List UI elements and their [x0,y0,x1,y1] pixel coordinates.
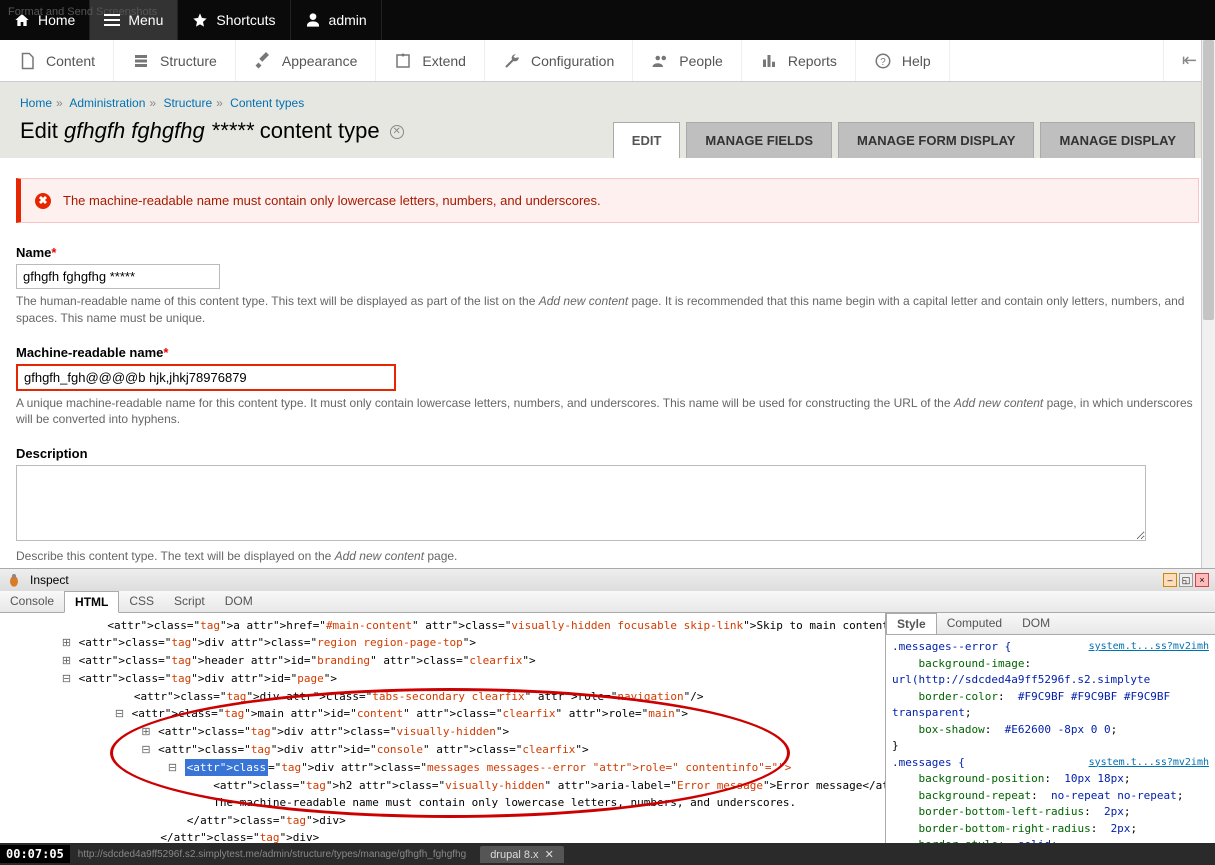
os-taskbar: 00:07:05 http://sdcded4a9ff5296f.s2.simp… [0,843,1215,865]
description-help: Describe this content type. The text wil… [16,548,1199,565]
toolbar-user-label: admin [329,12,367,28]
error-icon: ✖ [35,193,51,209]
firebug-close-icon[interactable]: × [1195,573,1209,587]
toolbar-shortcuts-label: Shortcuts [216,12,275,28]
firebug-minimize-icon[interactable]: – [1163,573,1177,587]
machine-help: A unique machine-readable name for this … [16,395,1199,429]
reports-icon [760,52,778,70]
firebug-title: Inspect [30,573,69,587]
breadcrumb-structure[interactable]: Structure [163,96,212,110]
svg-text:?: ? [880,56,886,67]
page-scrollbar[interactable] [1201,40,1215,568]
file-icon [18,52,36,70]
breadcrumb-admin[interactable]: Administration [69,96,145,110]
structure-icon [132,52,150,70]
star-icon [192,12,208,28]
admin-structure[interactable]: Structure [114,40,236,81]
breadcrumb-home[interactable]: Home [20,96,52,110]
machine-label: Machine-readable name* [16,345,1199,360]
admin-menu: Content Structure Appearance Extend Conf… [0,40,1215,82]
puzzle-icon [394,52,412,70]
admin-people[interactable]: People [633,40,742,81]
people-icon [651,52,669,70]
error-message-box: ✖ The machine-readable name must contain… [16,178,1199,223]
wrench-icon [503,52,521,70]
admin-content[interactable]: Content [0,40,114,81]
drupal-toolbar: Format and Send Screenshots Home Menu Sh… [0,0,1215,40]
firebug-popout-icon[interactable]: ◱ [1179,573,1193,587]
collapse-icon: ⇤ [1182,50,1197,71]
firebug-html-tree[interactable]: <attr">class="tag">a attr">href="#main-c… [0,613,885,865]
admin-reports[interactable]: Reports [742,40,856,81]
machine-name-input[interactable] [16,364,396,391]
name-help: The human-readable name of this content … [16,293,1199,327]
tab-edit[interactable]: EDIT [613,122,681,158]
fb-tab-console[interactable]: Console [0,591,64,612]
breadcrumb-content-types[interactable]: Content types [230,96,304,110]
breadcrumb: Home» Administration» Structure» Content… [20,96,1195,110]
brush-icon [254,52,272,70]
admin-extend[interactable]: Extend [376,40,485,81]
taskbar-task[interactable]: drupal 8.x ✕ [480,846,564,863]
page-header: Home» Administration» Structure» Content… [0,82,1215,158]
fb-tab-script[interactable]: Script [164,591,215,612]
form-item-machine-name: Machine-readable name* A unique machine-… [16,345,1199,429]
error-text: The machine-readable name must contain o… [63,193,601,208]
firebug-header: Inspect – ◱ × [0,569,1215,591]
firebug-icon [6,572,22,588]
toolbar-user[interactable]: admin [291,0,382,40]
fb-style-tab-dom[interactable]: DOM [1012,613,1060,634]
firebug-panel: Inspect – ◱ × Console HTML CSS Script DO… [0,568,1215,865]
firebug-tabs: Console HTML CSS Script DOM [0,591,1215,613]
toolbar-shortcuts[interactable]: Shortcuts [178,0,290,40]
form-item-name: Name* The human-readable name of this co… [16,245,1199,327]
admin-help[interactable]: ?Help [856,40,950,81]
form-item-description: Description Describe this content type. … [16,446,1199,565]
watermark-text: Format and Send Screenshots [8,6,157,18]
tab-manage-display[interactable]: MANAGE DISPLAY [1040,122,1195,158]
admin-appearance[interactable]: Appearance [236,40,377,81]
fb-tab-css[interactable]: CSS [119,591,164,612]
status-url: http://sdcded4a9ff5296f.s2.simplytest.me… [70,849,474,860]
user-icon [305,12,321,28]
admin-configuration[interactable]: Configuration [485,40,633,81]
description-textarea[interactable] [16,465,1146,541]
help-icon: ? [874,52,892,70]
name-input[interactable] [16,264,220,289]
fb-tab-dom[interactable]: DOM [215,591,263,612]
description-label: Description [16,446,1199,461]
fb-style-tab-style[interactable]: Style [886,613,937,634]
firebug-style-panel: Style Computed DOM system.t...ss?mv2imh.… [885,613,1215,865]
tab-manage-fields[interactable]: MANAGE FIELDS [686,122,832,158]
name-label: Name* [16,245,1199,260]
hamburger-icon [104,14,120,26]
fb-style-tab-computed[interactable]: Computed [937,613,1012,634]
fb-tab-html[interactable]: HTML [64,591,119,613]
main-content: ✖ The machine-readable name must contain… [0,158,1215,589]
primary-tabs: EDIT MANAGE FIELDS MANAGE FORM DISPLAY M… [613,122,1195,158]
firebug-style-body[interactable]: system.t...ss?mv2imh.messages--error { b… [886,635,1215,865]
taskbar-clock: 00:07:05 [0,845,70,863]
tab-manage-form-display[interactable]: MANAGE FORM DISPLAY [838,122,1034,158]
close-icon[interactable]: ✕ [390,125,404,139]
